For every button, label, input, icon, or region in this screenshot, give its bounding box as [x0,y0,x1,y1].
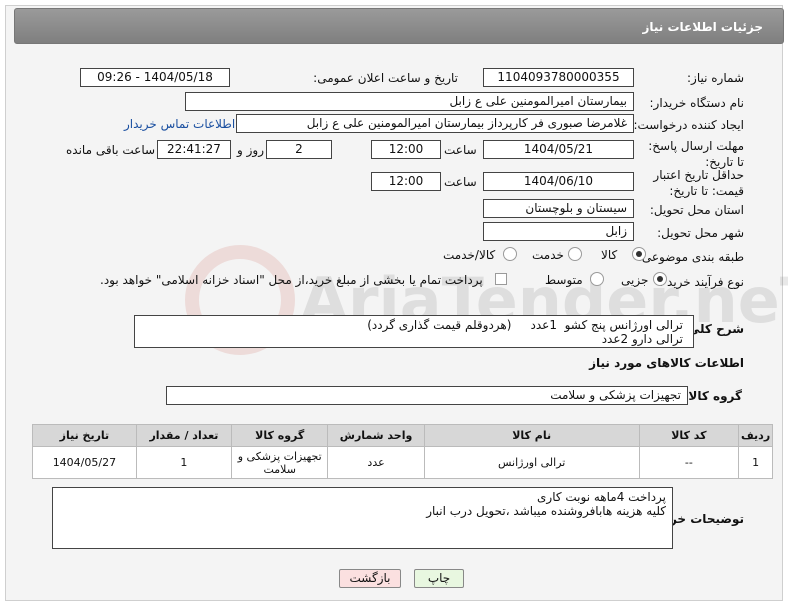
cell-date: 1404/05/27 [32,446,137,479]
days-field[interactable]: 2 [266,140,332,159]
description-line-2: ترالی دارو 2عدد [601,332,683,346]
col-date: تاریخ نیاز [32,424,137,447]
buyer-label: نام دستگاه خریدار: [649,96,745,110]
days-label: روز و [237,143,264,157]
cell-group: تجهیزات پزشکی و سلامت [231,446,329,479]
price-time-field[interactable]: 12:00 [371,172,441,191]
goods-group-field[interactable]: تجهیزات پزشکی و سلامت [166,386,688,405]
category-option-both: کالا/خدمت [443,248,496,262]
print-button[interactable]: چاپ [414,569,464,588]
col-row: ردیف [738,424,773,447]
creator-field[interactable]: غلامرضا صبوری فر کارپرداز بیمارستان امیر… [236,114,634,133]
category-radio-both[interactable] [503,247,517,261]
buyer-notes-line-1: پرداخت 4ماهه نوبت کاری [537,490,666,504]
price-date-field[interactable]: 1404/06/10 [483,172,634,191]
treasury-payment-note: پرداخت تمام یا بخشی از مبلغ خرید،از محل … [100,273,483,287]
category-radio-goods[interactable] [632,247,646,261]
description-field[interactable]: ترالی اورژانس پنج کشو 1عدد (هردوقلم قیمت… [134,315,694,348]
col-group: گروه کالا [231,424,329,447]
col-name: نام کالا [423,424,640,447]
cell-quantity: 1 [135,446,233,479]
announce-date-label: تاریخ و ساعت اعلان عمومی: [313,71,458,85]
cell-code: -- [638,446,740,479]
remaining-time-field[interactable]: 22:41:27 [157,140,231,159]
page-title: جزئیات اطلاعات نیاز [642,20,763,34]
category-label: طبقه بندی موضوعی: [637,250,744,264]
buyer-notes-line-2: کلیه هزینه هابافروشنده میباشد ،تحویل درب… [426,504,666,518]
creator-label: ایجاد کننده درخواست: [633,118,744,132]
buyer-contact-link[interactable]: اطلاعات تماس خریدار [124,117,235,131]
goods-table: ردیف کد کالا نام کالا واحد شمارش گروه کا… [32,424,773,479]
goods-table-header: ردیف کد کالا نام کالا واحد شمارش گروه کا… [32,424,773,447]
city-label: شهر محل تحویل: [657,226,744,240]
process-option-medium: متوسط [545,273,583,287]
cell-name: ترالی اورژانس [423,446,640,479]
page-header: جزئیات اطلاعات نیاز [14,8,784,44]
col-quantity: تعداد / مقدار [135,424,233,447]
treasury-payment-checkbox[interactable] [495,273,507,285]
process-radio-minor[interactable] [653,272,667,286]
goods-group-label: گروه کالا: [683,389,742,403]
send-date-field[interactable]: 1404/05/21 [483,140,634,159]
process-radio-medium[interactable] [590,272,604,286]
back-button[interactable]: بازگشت [339,569,401,588]
need-number-label: شماره نیاز: [687,71,744,85]
process-option-minor: جزیی [621,273,649,287]
send-time-field[interactable]: 12:00 [371,140,441,159]
buyer-field[interactable]: بیمارستان امیرالمومنین علی ع زابل [185,92,634,111]
cell-unit: عدد [327,446,425,479]
cell-row: 1 [738,446,773,479]
category-radio-service[interactable] [568,247,582,261]
col-unit: واحد شمارش [327,424,425,447]
send-deadline-label: مهلت ارسال پاسخ: تا تاریخ: [648,139,744,169]
col-code: کد کالا [638,424,740,447]
goods-section-title: اطلاعات کالاهای مورد نیاز [589,356,744,370]
need-number-field[interactable]: 1104093780000355 [483,68,634,87]
category-option-service: خدمت [532,248,564,262]
buyer-notes-field[interactable]: پرداخت 4ماهه نوبت کاری کلیه هزینه هابافر… [52,487,673,549]
announce-date-field[interactable]: 1404/05/18 - 09:26 [80,68,230,87]
price-validity-label: حداقل تاریخ اعتبار قیمت: تا تاریخ: [653,168,744,198]
table-row[interactable]: 1 -- ترالی اورژانس عدد تجهیزات پزشکی و س… [32,446,773,479]
process-label: نوع فرآیند خرید : [659,275,744,289]
province-field[interactable]: سیستان و بلوچستان [483,199,634,218]
remaining-label: ساعت باقی مانده [66,143,156,157]
send-time-label: ساعت [444,143,477,157]
province-label: استان محل تحویل: [649,203,744,217]
description-line-1: ترالی اورژانس پنج کشو 1عدد (هردوقلم قیمت… [367,318,683,332]
price-time-label: ساعت [444,175,477,189]
city-field[interactable]: زابل [483,222,634,241]
category-option-goods: کالا [601,248,618,262]
